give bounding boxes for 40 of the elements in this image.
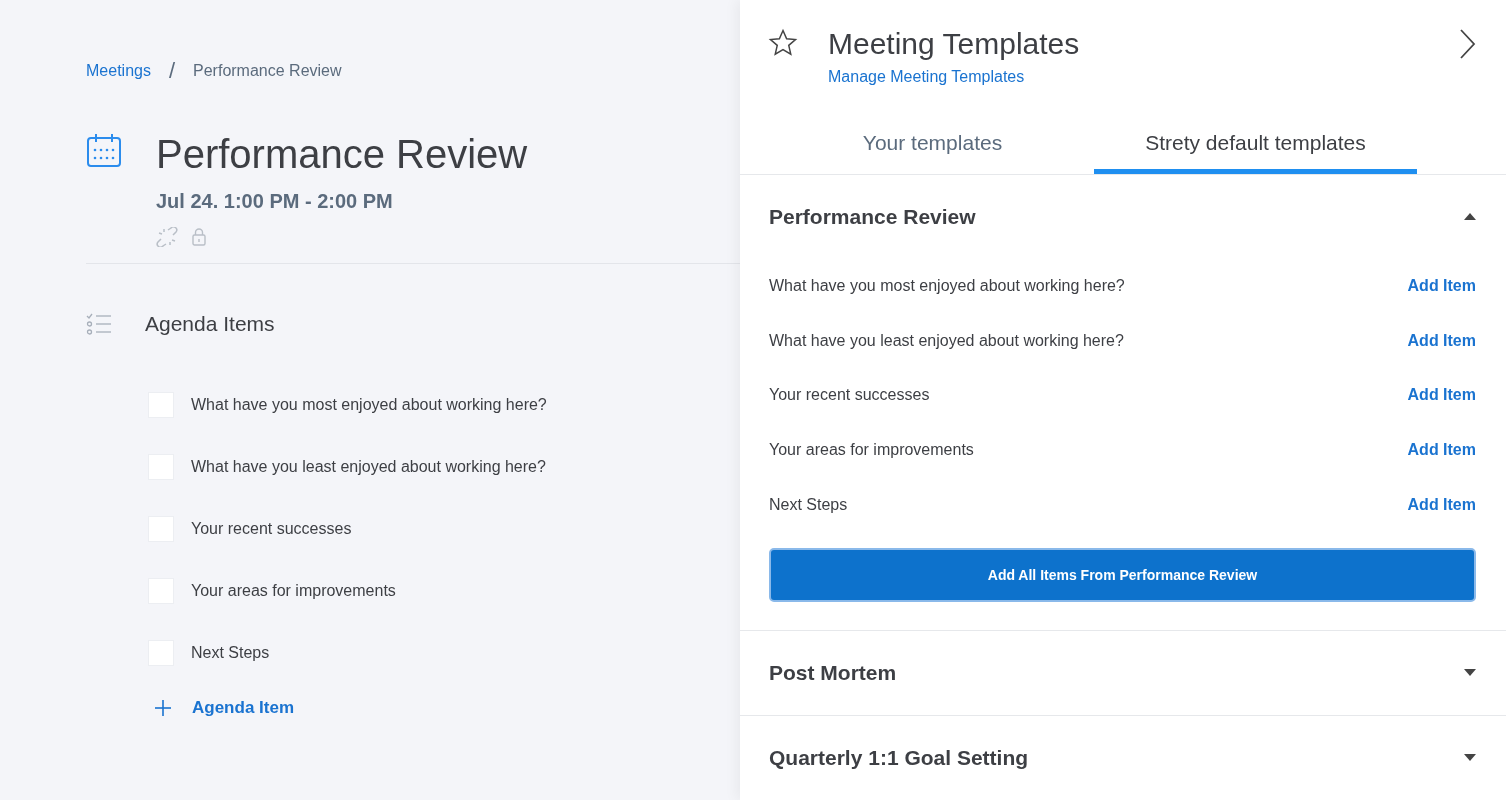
add-item-link[interactable]: Add Item (1407, 331, 1476, 350)
add-all-items-button[interactable]: Add All Items From Performance Review (769, 547, 1476, 602)
caret-down-icon[interactable] (1464, 753, 1476, 762)
add-item-link[interactable]: Add Item (1407, 441, 1476, 460)
template-name[interactable]: Post Mortem (769, 660, 897, 685)
add-item-link[interactable]: Add Item (1407, 277, 1476, 296)
section-heading: Agenda Items (145, 312, 275, 336)
panel-title: Meeting Templates (828, 26, 1081, 62)
agenda-item-text: What have you least enjoyed about working here? (191, 458, 546, 476)
tab[interactable]: Your templates (771, 122, 1094, 174)
template-item-text: What have you most enjoyed about working here? (769, 277, 1125, 296)
plus-icon (154, 699, 172, 717)
agenda-item-text: Your areas for improvements (191, 582, 396, 600)
breadcrumb-separator: / (168, 58, 176, 84)
broken-link-icon[interactable] (156, 227, 178, 247)
caret-up-icon[interactable] (1464, 213, 1476, 221)
template-name[interactable]: Performance Review (769, 205, 976, 229)
template-item-text: Next Steps (769, 495, 848, 514)
agenda-item-text: Your recent successes (191, 520, 352, 538)
star-icon[interactable] (768, 28, 798, 58)
meeting-title: Performance Review (156, 132, 528, 176)
calendar-icon (86, 132, 122, 168)
tab[interactable]: Strety default templates (1094, 122, 1417, 174)
template-item-text: What have you least enjoyed about working here? (769, 331, 1124, 350)
add-item-link[interactable]: Add Item (1407, 495, 1476, 514)
breadcrumb-current: Performance Review (193, 62, 342, 80)
breadcrumb-link[interactable]: Meetings (86, 62, 151, 80)
chevron-right-icon[interactable] (1458, 28, 1476, 60)
lock-icon[interactable] (192, 228, 206, 246)
template-item-text: Your recent successes (769, 386, 930, 405)
manage-templates-link[interactable]: Manage Meeting Templates (828, 68, 1458, 86)
agenda-item-text: What have you most enjoyed about working here? (191, 396, 547, 414)
template-item-text: Your areas for improvements (769, 441, 974, 460)
template-name[interactable]: Quarterly 1:1 Goal Setting (769, 745, 1029, 770)
agenda-item-text: Next Steps (191, 644, 270, 662)
meeting-time: Jul 24. 1:00 PM - 2:00 PM (156, 190, 394, 213)
add-agenda-item-button[interactable]: Agenda Item (154, 698, 295, 718)
checklist-icon (86, 313, 112, 335)
add-item-link[interactable]: Add Item (1407, 386, 1476, 405)
caret-down-icon[interactable] (1464, 668, 1476, 677)
